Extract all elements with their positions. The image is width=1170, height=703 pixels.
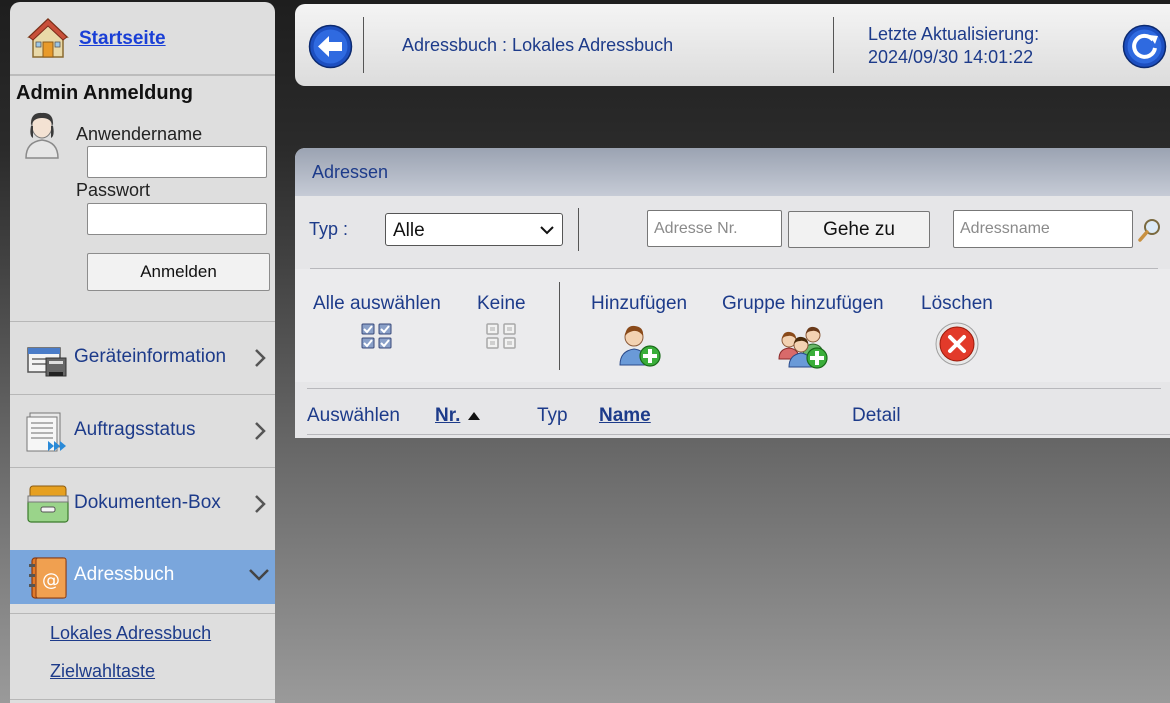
- select-none-button[interactable]: Keine: [477, 293, 526, 351]
- type-select-value: Alle: [393, 220, 425, 241]
- column-header-detail: Detail: [852, 405, 901, 426]
- address-number-input[interactable]: [647, 210, 782, 247]
- sub-link-speed-dial[interactable]: Zielwahltaste: [50, 661, 155, 682]
- sidebar: Startseite Admin Anmeldung Anwendername …: [10, 2, 275, 703]
- add-label: Hinzufügen: [591, 293, 688, 314]
- select-none-label: Keine: [477, 293, 526, 314]
- column-header-nr[interactable]: Nr.: [435, 405, 460, 427]
- nav-label-document-box: Dokumenten-Box: [74, 492, 221, 513]
- address-panel: Adressen Typ : Alle Gehe zu Alle auswähl…: [295, 148, 1170, 438]
- panel-title: Adressen: [312, 162, 389, 182]
- home-row: Startseite: [10, 2, 275, 76]
- device-info-icon: [27, 347, 67, 377]
- type-select[interactable]: Alle: [385, 213, 563, 246]
- goto-button[interactable]: Gehe zu: [788, 211, 930, 248]
- add-group-icon: [778, 326, 828, 369]
- divider: [559, 282, 560, 370]
- type-label: Typ :: [309, 219, 349, 239]
- sub-link-local-address-book[interactable]: Lokales Adressbuch: [50, 623, 211, 644]
- nav-label-address-book: Adressbuch: [74, 564, 175, 585]
- select-all-label: Alle auswählen: [313, 293, 441, 314]
- nav-item-job-status[interactable]: Auftragsstatus: [10, 395, 275, 467]
- column-header-select: Auswählen: [307, 405, 400, 426]
- delete-icon: [935, 322, 979, 366]
- divider: [363, 17, 364, 73]
- address-name-search-input[interactable]: [953, 210, 1133, 248]
- select-all-icon: [361, 323, 392, 349]
- chevron-down-icon: [540, 226, 554, 235]
- chevron-right-icon: [255, 422, 266, 440]
- panel-header: Adressen: [295, 148, 1170, 196]
- sort-ascending-icon[interactable]: [467, 411, 481, 421]
- user-avatar-icon: [25, 112, 59, 159]
- add-group-label: Gruppe hinzufügen: [722, 293, 884, 314]
- column-header-name[interactable]: Name: [599, 405, 651, 427]
- add-button[interactable]: Hinzufügen: [591, 293, 687, 369]
- divider: [307, 388, 1161, 389]
- chevron-down-icon: [249, 569, 269, 581]
- document-box-icon: [27, 485, 69, 523]
- last-update-label: Letzte Aktualisierung:: [868, 24, 1040, 44]
- select-all-button[interactable]: Alle auswählen: [313, 293, 441, 351]
- chevron-right-icon: [255, 349, 266, 367]
- divider: [833, 17, 834, 73]
- password-label: Passwort: [76, 180, 151, 200]
- refresh-icon[interactable]: [1122, 24, 1167, 69]
- divider: [10, 699, 275, 700]
- nav-label-device-info: Geräteinformation: [74, 346, 227, 367]
- divider: [307, 434, 1170, 435]
- add-group-button[interactable]: Gruppe hinzufügen: [722, 293, 884, 369]
- delete-label: Löschen: [921, 293, 993, 314]
- column-header-type: Typ: [537, 405, 568, 426]
- username-label: Anwendername: [76, 124, 203, 144]
- address-book-icon: @: [29, 557, 67, 599]
- chevron-right-icon: [255, 495, 266, 513]
- select-none-icon: [486, 323, 517, 349]
- divider: [578, 208, 579, 251]
- delete-button[interactable]: Löschen: [921, 293, 993, 367]
- nav-item-document-box[interactable]: Dokumenten-Box: [10, 468, 275, 540]
- svg-text:@: @: [42, 570, 60, 591]
- top-bar: Adressbuch : Lokales Adressbuch Letzte A…: [295, 4, 1170, 86]
- divider: [10, 613, 275, 614]
- home-link[interactable]: Startseite: [79, 28, 166, 50]
- admin-login-title: Admin Anmeldung: [16, 82, 194, 104]
- nav-label-job-status: Auftragsstatus: [74, 419, 196, 440]
- nav-item-address-book[interactable]: @ Adressbuch: [10, 550, 275, 604]
- password-input[interactable]: [87, 203, 267, 235]
- back-arrow-icon[interactable]: [308, 24, 353, 69]
- add-user-icon: [619, 325, 661, 367]
- username-input[interactable]: [87, 146, 267, 178]
- job-status-icon: [26, 412, 66, 452]
- last-update-time: 2024/09/30 14:01:22: [868, 47, 1034, 67]
- search-icon[interactable]: [1138, 218, 1162, 242]
- login-button[interactable]: Anmelden: [87, 253, 270, 291]
- nav-item-device-info[interactable]: Geräteinformation: [10, 322, 275, 394]
- home-icon[interactable]: [26, 16, 70, 60]
- page-title: Adressbuch : Lokales Adressbuch: [402, 35, 674, 55]
